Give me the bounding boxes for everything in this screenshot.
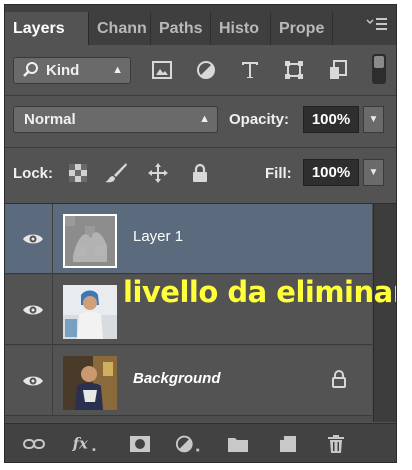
- lock-transparent-pixels-icon[interactable]: [63, 158, 93, 188]
- delete-layer-trash-icon[interactable]: [323, 431, 349, 457]
- layer-thumbnail: [63, 356, 117, 410]
- visibility-eye-icon[interactable]: [13, 275, 53, 344]
- stepper-arrows-icon: ▲: [199, 113, 210, 125]
- pixel-layer-filter-icon[interactable]: [147, 55, 177, 85]
- tab-paths[interactable]: Paths: [151, 12, 211, 45]
- visibility-eye-icon[interactable]: [13, 346, 53, 415]
- layer-style-fx-icon[interactable]: fx: [71, 431, 97, 457]
- fill-input[interactable]: 100%: [303, 159, 359, 186]
- tab-history[interactable]: Histo: [211, 12, 271, 45]
- lock-label: Lock:: [13, 165, 54, 182]
- layer-list-scrollbar[interactable]: [373, 204, 396, 422]
- layer-row-layer-1[interactable]: Layer 1: [5, 204, 372, 274]
- layers-panel: Layers Chann Paths Histo Prope Kind ▲ No…: [4, 4, 397, 463]
- fill-dropdown-button[interactable]: ▼: [363, 159, 384, 186]
- shape-layer-filter-icon[interactable]: [279, 55, 309, 85]
- panel-bottom-toolbar: fx: [5, 423, 396, 462]
- lock-image-pixels-brush-icon[interactable]: [101, 158, 131, 188]
- divider: [5, 95, 396, 96]
- annotation-overlay-text: livello da eliminare: [123, 275, 397, 309]
- fill-label: Fill:: [265, 165, 292, 182]
- tab-properties[interactable]: Prope: [271, 12, 333, 45]
- link-layers-icon[interactable]: [21, 431, 47, 457]
- panel-menu-icon[interactable]: [366, 17, 388, 35]
- layer-lock-icon: [332, 370, 346, 393]
- opacity-label: Opacity:: [229, 111, 290, 128]
- blend-mode-value: Normal: [24, 111, 76, 128]
- layer-list: Layer 1 Background: [5, 203, 396, 422]
- tab-layers[interactable]: Layers: [5, 12, 89, 45]
- kind-filter-select[interactable]: Kind ▲: [13, 57, 131, 84]
- new-group-folder-icon[interactable]: [225, 431, 251, 457]
- new-layer-icon[interactable]: [275, 431, 301, 457]
- svg-text:fx: fx: [72, 435, 88, 452]
- layer-thumbnail: [63, 214, 117, 268]
- opacity-input[interactable]: 100%: [303, 106, 359, 133]
- lock-all-icon[interactable]: [185, 158, 215, 188]
- lock-position-move-icon[interactable]: [143, 158, 173, 188]
- add-layer-mask-icon[interactable]: [127, 431, 153, 457]
- layer-name[interactable]: Layer 1: [133, 228, 183, 245]
- visibility-eye-icon[interactable]: [13, 204, 53, 273]
- layer-name[interactable]: Background: [133, 370, 221, 387]
- divider: [5, 147, 396, 148]
- new-adjustment-layer-icon[interactable]: [175, 431, 201, 457]
- opacity-dropdown-button[interactable]: ▼: [363, 106, 384, 133]
- adjustment-layer-filter-icon[interactable]: [191, 55, 221, 85]
- stepper-arrows-icon: ▲: [112, 64, 123, 76]
- layer-thumbnail: [63, 285, 117, 339]
- smart-object-filter-icon[interactable]: [323, 55, 353, 85]
- tab-channels[interactable]: Chann: [89, 12, 151, 45]
- search-icon: [23, 58, 39, 90]
- filter-toggle-switch[interactable]: [372, 54, 386, 84]
- filter-row: Kind ▲: [5, 49, 396, 95]
- kind-filter-label: Kind: [46, 62, 80, 79]
- blend-row: Normal ▲ Opacity: 100% ▼: [5, 101, 396, 141]
- type-layer-filter-icon[interactable]: [235, 55, 265, 85]
- panel-tab-bar: Layers Chann Paths Histo Prope: [5, 5, 396, 45]
- blend-mode-select[interactable]: Normal ▲: [13, 106, 218, 133]
- layer-row-background[interactable]: Background: [5, 346, 372, 416]
- lock-row: Lock: Fill: 100% ▼: [5, 155, 396, 197]
